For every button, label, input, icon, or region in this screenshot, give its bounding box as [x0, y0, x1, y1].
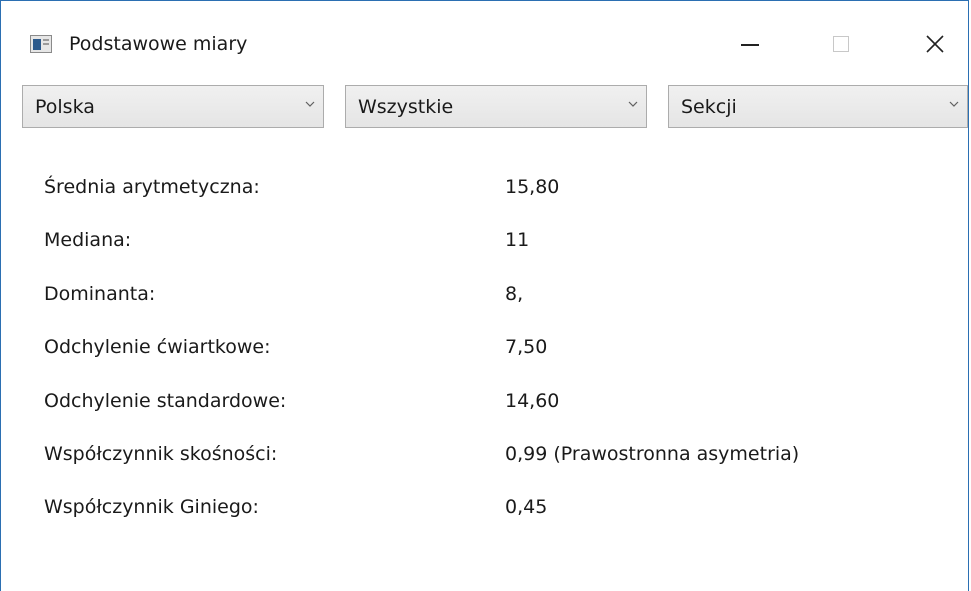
grouping-combobox[interactable]: Sekcji — [668, 85, 968, 128]
minimize-icon — [741, 44, 759, 46]
close-button[interactable] — [912, 21, 958, 67]
maximize-button[interactable] — [819, 21, 865, 67]
stat-label: Współczynnik Giniego: — [44, 496, 259, 518]
stat-value: 0,99 (Prawostronna asymetria) — [505, 443, 800, 465]
minimize-button[interactable] — [727, 21, 773, 67]
stat-value: 15,80 — [505, 176, 560, 198]
stat-row-mean: Średnia arytmetyczna: 15,80 — [44, 167, 904, 207]
chevron-down-icon — [305, 101, 315, 107]
title-bar: Podstawowe miary — [1, 1, 968, 73]
stat-label: Współczynnik skośności: — [44, 443, 278, 465]
stat-row-gini: Współczynnik Giniego: 0,45 — [44, 487, 904, 527]
category-combobox[interactable]: Wszystkie — [345, 85, 647, 128]
stat-value: 8, — [505, 283, 524, 305]
country-combobox[interactable]: Polska — [22, 85, 324, 128]
country-combobox-value: Polska — [35, 96, 95, 118]
stat-label: Mediana: — [44, 229, 132, 251]
close-icon — [926, 35, 944, 53]
stat-row-median: Mediana: 11 — [44, 220, 904, 260]
stat-value: 0,45 — [505, 496, 548, 518]
stat-label: Dominanta: — [44, 283, 156, 305]
window-title: Podstawowe miary — [69, 33, 248, 55]
stat-label: Odchylenie ćwiartkowe: — [44, 336, 271, 358]
maximize-icon — [833, 36, 849, 52]
stat-row-quartile-deviation: Odchylenie ćwiartkowe: 7,50 — [44, 327, 904, 367]
stat-value: 7,50 — [505, 336, 548, 358]
grouping-combobox-value: Sekcji — [681, 96, 737, 118]
app-window: Podstawowe miary Polska Wszystkie Sekcji — [0, 0, 969, 591]
category-combobox-value: Wszystkie — [358, 96, 454, 118]
stat-value: 11 — [505, 229, 530, 251]
stat-value: 14,60 — [505, 390, 560, 412]
stat-label: Odchylenie standardowe: — [44, 390, 287, 412]
stat-label: Średnia arytmetyczna: — [44, 176, 260, 198]
chevron-down-icon — [949, 101, 959, 107]
chevron-down-icon — [628, 101, 638, 107]
stat-row-standard-deviation: Odchylenie standardowe: 14,60 — [44, 381, 904, 421]
stat-row-mode: Dominanta: 8, — [44, 274, 904, 314]
app-window-icon — [30, 35, 52, 53]
stat-row-skewness: Współczynnik skośności: 0,99 (Prawostron… — [44, 434, 904, 474]
